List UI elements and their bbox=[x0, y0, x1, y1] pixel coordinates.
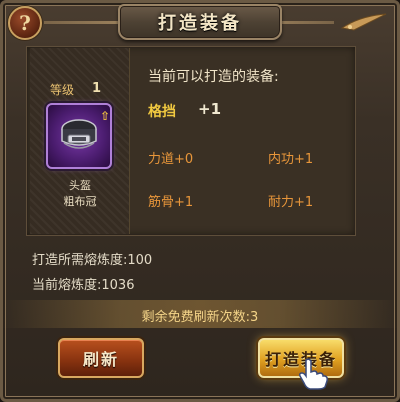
stat-constitution: 筋骨+1 bbox=[148, 195, 194, 210]
main-stat-value: +1 bbox=[198, 100, 222, 118]
current-forge-label: 当前可以打造的装备: bbox=[148, 69, 279, 85]
blade-ornament-icon bbox=[340, 13, 387, 31]
item-name: 粗布冠 bbox=[63, 195, 97, 208]
dialog-title: 打造装备 bbox=[158, 13, 242, 34]
level-label: 等级 bbox=[50, 83, 75, 97]
free-refresh-count: 剩余免费刷新次数:3 bbox=[141, 310, 259, 325]
help-icon: ? bbox=[19, 11, 31, 35]
up-arrow-icon: ⇧ bbox=[99, 109, 111, 123]
main-stat-name: 格挡 bbox=[148, 104, 176, 120]
stat-endurance: 耐力+1 bbox=[268, 195, 314, 210]
pointing-hand-icon bbox=[299, 358, 328, 390]
required-smelt-text: 打造所需熔炼度:100 bbox=[32, 253, 153, 268]
help-button[interactable]: ? bbox=[8, 6, 42, 40]
stat-inner-power: 内功+1 bbox=[268, 152, 314, 167]
refresh-button[interactable]: 刷新 bbox=[58, 338, 144, 378]
level-value: 1 bbox=[92, 81, 102, 96]
refresh-button-label: 刷新 bbox=[82, 350, 119, 369]
current-smelt-text: 当前熔炼度:1036 bbox=[32, 278, 135, 293]
title-plate: 打造装备 bbox=[118, 4, 282, 40]
item-type: 头盔 bbox=[69, 179, 91, 192]
stat-strength: 力道+0 bbox=[148, 152, 194, 167]
